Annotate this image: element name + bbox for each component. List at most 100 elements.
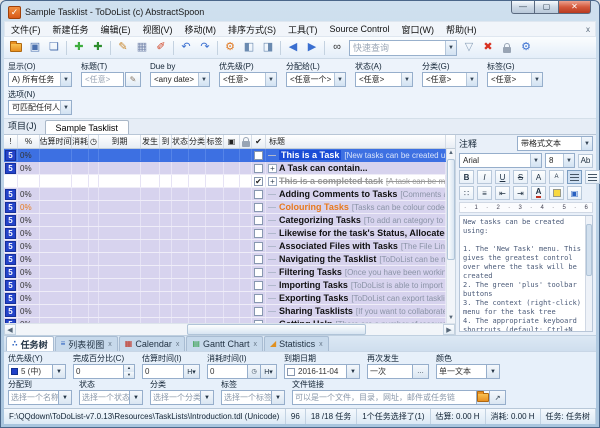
title-filter-options-button[interactable]: ✎ (125, 72, 141, 87)
minimize-button[interactable]: — (511, 1, 535, 14)
title-cell[interactable]: Likewise for the task's Status, Allocate… (266, 227, 446, 239)
chevron-down-icon[interactable]: ▼ (487, 364, 500, 379)
menu-item-7[interactable]: 工具(T) (282, 23, 324, 36)
scroll-right-icon[interactable]: ▶ (443, 324, 455, 335)
toggle-view-icon[interactable]: ⚙ (221, 39, 239, 57)
edit-field-value[interactable]: 单一文本 (436, 364, 487, 379)
menu-item-6[interactable]: 排序方式(S) (222, 23, 282, 36)
view-tab-close-icon[interactable]: x (176, 341, 180, 348)
new-task-icon[interactable]: ✚ (70, 39, 88, 57)
filter-select[interactable]: <任意一个>▼ (286, 72, 346, 87)
date-checkbox[interactable] (287, 368, 295, 376)
title-cell[interactable]: This is a Task[New tasks can be created … (266, 149, 446, 161)
column-header-到[interactable]: 到 (160, 135, 172, 148)
scroll-left-icon[interactable]: ◀ (4, 324, 16, 335)
horizontal-scrollbar[interactable]: ◀ ▶ (4, 323, 455, 335)
column-header-%[interactable]: % (18, 135, 40, 148)
font-dialog-button[interactable]: Ab (578, 154, 593, 168)
view-tab-gantt[interactable]: ▤Gantt Chartx (186, 336, 263, 351)
track-time-icon[interactable]: ◷ (248, 364, 261, 379)
task-checkbox[interactable] (254, 255, 263, 264)
redo-icon[interactable]: ↷ (196, 39, 214, 57)
filter-select[interactable]: <any date>▼ (150, 72, 210, 87)
column-header-发生[interactable]: 发生 (141, 135, 160, 148)
menu-item-4[interactable]: 视图(V) (137, 23, 179, 36)
spinner[interactable]: ▲▼ (124, 364, 135, 379)
menu-item-3[interactable]: 编辑(E) (95, 23, 137, 36)
expand-icon[interactable]: + (268, 164, 277, 173)
browse-file-button[interactable] (477, 390, 490, 405)
numbered-list-button[interactable]: ≡ (477, 186, 492, 200)
edit-field-value[interactable]: 选择一个状态 (79, 390, 130, 405)
chevron-down-icon[interactable]: ▼ (272, 390, 285, 405)
edit-field-value[interactable]: 2016-11-04 (284, 364, 347, 379)
task-row[interactable]: 50%Associated Files with Tasks[The File … (4, 240, 446, 253)
menu-item-8[interactable]: Source Control (324, 24, 396, 34)
comment-scrollbar[interactable] (585, 216, 592, 331)
time-unit-select[interactable]: H▾ (261, 364, 277, 379)
menu-item-2[interactable]: 新建任务 (47, 23, 95, 36)
delete-task-icon[interactable]: ✖ (479, 39, 497, 57)
task-checkbox[interactable] (254, 203, 263, 212)
task-checkbox[interactable] (254, 294, 263, 303)
preferences-icon[interactable]: ⚙ (517, 39, 535, 57)
filter-options-select[interactable]: 可匹配任何人... ▼ (8, 100, 72, 115)
column-header-image[interactable]: ▣ (224, 135, 240, 148)
column-header-标签[interactable]: 标签 (206, 135, 224, 148)
chevron-down-icon[interactable]: ▼ (59, 390, 72, 405)
edit-field-value[interactable]: 0 (207, 364, 248, 379)
save-all-icon[interactable]: ❏ (45, 39, 63, 57)
lock-icon[interactable] (498, 39, 516, 57)
view-tab-stats[interactable]: ◢Statisticsx (264, 336, 329, 351)
title-bar[interactable]: ✓ Sample Tasklist - ToDoList (c) Abstrac… (4, 1, 596, 21)
title-cell[interactable]: Importing Tasks[ToDoList is able to impo… (266, 279, 446, 291)
column-header-![interactable]: ! (4, 135, 18, 148)
title-cell[interactable]: +A Task can contain... (266, 162, 446, 174)
filter-select[interactable]: <任意>▼ (487, 72, 543, 87)
title-cell[interactable]: Sharing Tasklists[If you want to collabo… (266, 305, 446, 317)
title-cell[interactable]: Associated Files with Tasks[The File Lin… (266, 240, 446, 252)
task-row[interactable]: 50%Filtering Tasks[Once you have been wo… (4, 266, 446, 279)
column-header-check[interactable]: ✔ (252, 135, 266, 148)
new-subtask-icon[interactable]: ✚ (89, 39, 107, 57)
vertical-scrollbar[interactable]: ▲ ▼ (446, 149, 455, 323)
title-cell[interactable]: Colouring Tasks[Tasks can be colour code… (266, 201, 446, 213)
open-file-link-button[interactable]: ↗ (490, 390, 506, 405)
view-tab-tree[interactable]: ∴任务树 (6, 336, 54, 351)
time-unit-select[interactable]: H▾ (184, 364, 200, 379)
filter-select[interactable]: A) 所有任务▼ (8, 72, 72, 87)
task-checkbox[interactable] (254, 268, 263, 277)
comments-format-select[interactable]: 带格式文本 ▼ (517, 136, 593, 151)
view-tab-calendar[interactable]: ▦Calendarx (119, 336, 186, 351)
align-center-button[interactable] (585, 170, 600, 184)
expand-icon[interactable]: + (268, 177, 277, 186)
column-header-clock[interactable]: ◷ (89, 135, 99, 148)
title-cell[interactable]: Categorizing Tasks[To add an category to… (266, 214, 446, 226)
font-family-select[interactable]: Arial ▼ (459, 153, 542, 168)
filter-select[interactable]: <任意>▼ (355, 72, 413, 87)
edit-field-value[interactable]: 5 (中) (8, 364, 53, 379)
tasklist-tab[interactable]: Sample Tasklist (45, 120, 129, 134)
task-checkbox[interactable] (254, 281, 263, 290)
view-tab-close-icon[interactable]: x (108, 341, 112, 348)
chevron-down-icon[interactable]: ▼ (201, 390, 214, 405)
italic-button[interactable]: I (477, 170, 492, 184)
menu-item-5[interactable]: 移动(M) (179, 23, 223, 36)
set-task-icon-icon[interactable]: ▦ (133, 39, 151, 57)
maximize-comments-icon[interactable]: ◨ (259, 39, 277, 57)
set-task-color-icon[interactable]: ✐ (152, 39, 170, 57)
find-tasks-icon[interactable]: ∞ (328, 39, 346, 57)
edit-field-value[interactable]: 选择一个分类 (150, 390, 201, 405)
task-row[interactable]: 50%Sharing Tasklists[If you want to coll… (4, 305, 446, 318)
menubar-close-icon[interactable]: x (586, 25, 590, 34)
task-row[interactable]: 50%Categorizing Tasks[To add an category… (4, 214, 446, 227)
task-checkbox[interactable]: ✔ (254, 177, 263, 186)
edit-task-icon[interactable]: ✎ (114, 39, 132, 57)
font-size-select[interactable]: 8 ▼ (545, 153, 575, 168)
bold-button[interactable]: B (459, 170, 474, 184)
scroll-down-icon[interactable]: ▼ (447, 314, 455, 323)
strikethrough-button[interactable]: S (513, 170, 528, 184)
title-cell[interactable]: Navigating the Tasklist[ToDoList can be … (266, 253, 446, 265)
task-checkbox[interactable] (254, 216, 263, 225)
menu-item-1[interactable]: 文件(F) (5, 23, 47, 36)
